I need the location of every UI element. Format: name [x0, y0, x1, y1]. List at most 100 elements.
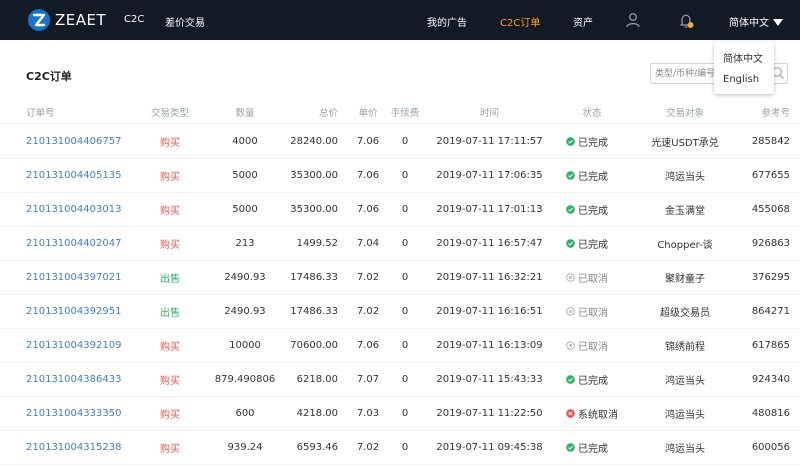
fee: 0 — [401, 442, 409, 453]
status-text: 已完成 — [578, 206, 608, 217]
order-number-link[interactable]: 210131004386433 — [26, 363, 121, 396]
status-badge: 已完成 — [566, 431, 618, 464]
unit-price: 7.04 — [356, 238, 380, 249]
counterparty: 聚财童子 — [665, 274, 705, 285]
trade-type: 购买 — [160, 138, 180, 149]
error-circle-icon — [566, 409, 578, 418]
status-badge: 已取消 — [566, 329, 618, 362]
unit-price: 7.06 — [356, 170, 380, 181]
trade-type: 购买 — [160, 444, 180, 455]
counterparty: 光速USDT承兑 — [651, 138, 719, 149]
unit-price: 7.06 — [356, 204, 380, 215]
status-badge: 已取消 — [566, 261, 618, 294]
user-icon[interactable] — [625, 12, 641, 31]
fee: 0 — [401, 374, 409, 385]
order-number-link[interactable]: 210131004392109 — [26, 329, 121, 362]
counterparty: 金玉满堂 — [665, 206, 705, 217]
status-text: 已取消 — [578, 274, 608, 285]
fee: 0 — [401, 238, 409, 249]
fee: 0 — [401, 340, 409, 351]
unit-price: 7.02 — [356, 272, 380, 283]
status-text: 已取消 — [578, 342, 608, 353]
table-row[interactable]: 210131004397021 出售 2490.93 17486.33 7.02 0 201… — [0, 261, 800, 295]
unit-price: 7.03 — [356, 408, 380, 419]
trade-type: 出售 — [160, 274, 180, 285]
quantity: 600 — [235, 408, 255, 419]
order-number-link[interactable]: 210131004333350 — [26, 397, 121, 430]
quantity: 2490.93 — [224, 272, 266, 283]
column-header-counterparty: 交易对象 — [665, 107, 704, 119]
reference-number: 864271 — [751, 306, 790, 317]
unit-price: 7.06 — [356, 340, 380, 351]
total-price: 17486.33 — [290, 306, 338, 317]
reference-number: 617865 — [751, 340, 790, 351]
unit-price: 7.06 — [356, 136, 380, 147]
total-price: 17486.33 — [290, 272, 338, 283]
reference-number: 480816 — [751, 408, 790, 419]
column-header-type: 交易类型 — [150, 107, 189, 119]
status-text: 已完成 — [578, 444, 608, 455]
total-price: 6218.00 — [296, 374, 338, 385]
nav-link-assets[interactable]: 资产 — [573, 14, 593, 29]
order-number-link[interactable]: 210131004403013 — [26, 193, 121, 226]
table-row[interactable]: 210131004403013 购买 5000 35300.00 7.06 0 2019-0… — [0, 193, 800, 227]
logo-icon[interactable] — [28, 9, 50, 31]
counterparty: 鸿运当头 — [665, 376, 705, 387]
timestamp: 2019-07-11 16:32:21 — [436, 272, 543, 283]
order-number-link[interactable]: 210131004392951 — [26, 295, 121, 328]
bell-icon[interactable] — [678, 12, 696, 33]
status-badge: 已完成 — [566, 363, 618, 396]
table-row[interactable]: 210131004392109 购买 10000 70600.00 7.06 0 2019-… — [0, 329, 800, 363]
reference-number: 600056 — [751, 442, 790, 453]
timestamp: 2019-07-11 16:16:51 — [436, 306, 543, 317]
cancel-circle-icon — [566, 273, 578, 282]
nav-link-my-ads[interactable]: 我的广告 — [427, 14, 467, 29]
trade-type: 购买 — [160, 342, 180, 353]
nav-link-spread-trading[interactable]: 差价交易 — [165, 14, 205, 29]
table-row[interactable]: 210131004406757 购买 4000 28240.00 7.06 0 2019-0… — [0, 125, 800, 159]
counterparty: 鸿运当头 — [665, 444, 705, 455]
trade-type: 购买 — [160, 172, 180, 183]
fee: 0 — [401, 306, 409, 317]
order-number-link[interactable]: 210131004315238 — [26, 431, 121, 464]
counterparty: 锦绣前程 — [665, 342, 705, 353]
status-text: 已完成 — [578, 376, 608, 387]
counterparty: 超级交易员 — [660, 308, 710, 319]
language-selector[interactable]: 简体中文 — [729, 14, 783, 29]
nav-link-c2c-orders[interactable]: C2C订单 — [500, 14, 540, 29]
quantity: 2490.93 — [224, 306, 266, 317]
status-text: 已取消 — [578, 308, 608, 319]
check-circle-icon — [566, 205, 578, 214]
table-row[interactable]: 210131004402047 购买 213 1499.52 7.04 0 2019-07-… — [0, 227, 800, 261]
status-text: 系统取消 — [578, 410, 618, 421]
table-row[interactable]: 210131004386433 购买 879.490806 6218.00 7.07 0 2… — [0, 363, 800, 397]
top-nav: ZEAET C2C 差价交易 我的广告 C2C订单 资产 简体中文 — [0, 0, 800, 40]
quantity: 10000 — [229, 340, 261, 351]
order-number-link[interactable]: 210131004406757 — [26, 125, 121, 158]
total-price: 4218.00 — [296, 408, 338, 419]
fee: 0 — [401, 136, 409, 147]
order-number-link[interactable]: 210131004405135 — [26, 159, 121, 192]
table-row[interactable]: 210131004333350 购买 600 4218.00 7.03 0 2019-07-… — [0, 397, 800, 431]
order-number-link[interactable]: 210131004397021 — [26, 261, 121, 294]
language-option-zh[interactable]: 简体中文 — [723, 50, 763, 65]
column-header-order-no: 订单号 — [26, 107, 55, 119]
brand-name[interactable]: ZEAET — [55, 11, 106, 29]
trade-type: 购买 — [160, 376, 180, 387]
column-header-status: 状态 — [582, 107, 602, 119]
table-row[interactable]: 210131004315238 购买 939.24 6593.46 7.02 0 2019-… — [0, 431, 800, 465]
table-row[interactable]: 210131004405135 购买 5000 35300.00 7.06 0 2019-0… — [0, 159, 800, 193]
order-number-link[interactable]: 210131004402047 — [26, 227, 121, 260]
total-price: 35300.00 — [290, 170, 338, 181]
timestamp: 2019-07-11 17:06:35 — [436, 170, 543, 181]
status-text: 已完成 — [578, 240, 608, 251]
quantity: 5000 — [232, 204, 258, 215]
table-row[interactable]: 210131004392951 出售 2490.93 17486.33 7.02 0 201… — [0, 295, 800, 329]
caret-down-icon — [773, 19, 783, 26]
column-header-quantity: 数量 — [235, 107, 255, 119]
language-option-en[interactable]: English — [723, 74, 759, 85]
status-badge: 已完成 — [566, 227, 618, 260]
nav-link-c2c[interactable]: C2C — [124, 14, 144, 25]
total-price: 28240.00 — [290, 136, 338, 147]
quantity: 879.490806 — [214, 374, 276, 385]
